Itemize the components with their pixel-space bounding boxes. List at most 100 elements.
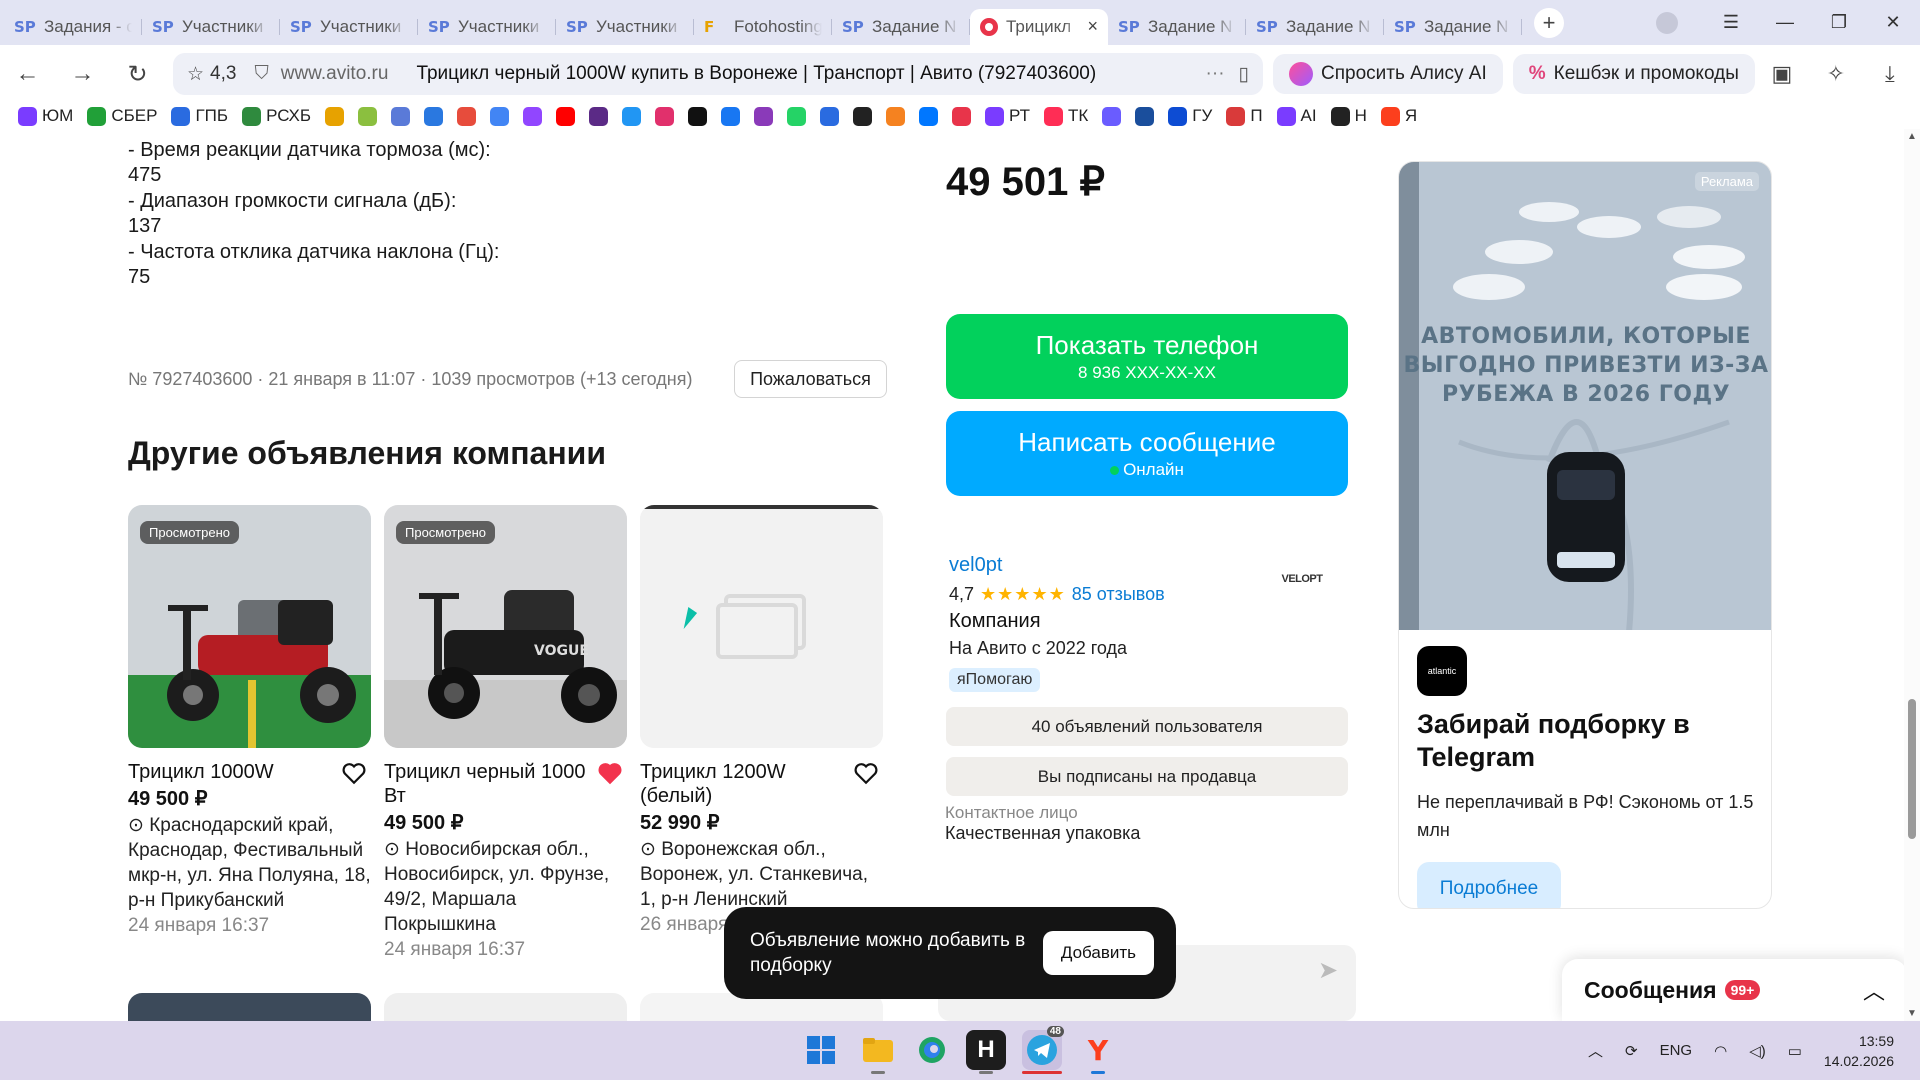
scroll-up-icon[interactable]: ▲ (1907, 131, 1917, 142)
bookmark-item[interactable]: Н (1330, 106, 1367, 126)
bookmark-item[interactable] (325, 106, 345, 126)
listing-card-next[interactable] (384, 993, 627, 1021)
bookmark-item[interactable]: ГУ (1168, 106, 1212, 126)
bookmark-item[interactable] (424, 106, 444, 126)
back-icon[interactable]: ← (0, 60, 55, 88)
card-photo[interactable]: Просмотрено (128, 505, 371, 748)
bookmark-item[interactable] (358, 106, 378, 126)
show-phone-button[interactable]: Показать телефон 8 936 XXX-XX-XX (946, 314, 1348, 399)
ad-image[interactable]: Реклама АВТОМОБИЛИ, КОТОРЫЕ ВЫГОДНО ПРИВ… (1399, 162, 1771, 630)
yandex-browser-icon[interactable]: Y (1078, 1030, 1118, 1074)
browser-tab[interactable]: SP Участники (418, 9, 556, 45)
bookmark-item[interactable] (853, 106, 873, 126)
file-explorer-icon[interactable] (858, 1030, 898, 1074)
messenger-panel[interactable]: Сообщения 99+ ︿ (1562, 959, 1907, 1021)
bookmark-item[interactable] (1102, 106, 1122, 126)
bookmark-item[interactable] (820, 106, 840, 126)
seller-ads-button[interactable]: 40 объявлений пользователя (946, 707, 1348, 746)
battery-icon[interactable]: ▭ (1788, 1042, 1802, 1060)
bookmark-item[interactable]: РСХБ (242, 106, 311, 126)
browser-tab[interactable]: SP Участники (142, 9, 280, 45)
bookmark-item[interactable] (523, 106, 543, 126)
bookmark-item[interactable] (589, 106, 609, 126)
seller-reviews-link[interactable]: 85 отзывов (1072, 584, 1165, 605)
bookmark-item[interactable]: СБЕР (87, 106, 157, 126)
subscribed-button[interactable]: Вы подписаны на продавца (946, 757, 1348, 796)
card-title[interactable]: Трицикл 1000W (128, 760, 371, 784)
bookmark-item[interactable] (1135, 106, 1155, 126)
reload-icon[interactable]: ↻ (110, 60, 165, 89)
favorite-heart-icon[interactable] (853, 761, 879, 785)
scrollbar-thumb[interactable] (1908, 699, 1916, 839)
card-photo-placeholder[interactable] (640, 505, 883, 748)
bookmark-item[interactable] (457, 106, 477, 126)
telegram-icon[interactable]: 48 (1022, 1026, 1064, 1074)
wifi-icon[interactable]: ◠ (1714, 1042, 1727, 1060)
seller-name-link[interactable]: vel0pt (949, 554, 1002, 577)
bookmark-item[interactable] (556, 106, 576, 126)
bookmark-item[interactable] (886, 106, 906, 126)
favorite-heart-icon[interactable] (341, 761, 367, 785)
new-tab-button[interactable]: + (1534, 7, 1564, 38)
minimize-icon[interactable]: — (1758, 12, 1812, 33)
browser-tab[interactable]: Трицикл × (970, 8, 1108, 45)
bookmark-item[interactable]: AI (1276, 106, 1317, 126)
close-window-icon[interactable]: ✕ (1866, 12, 1920, 33)
cashback-button[interactable]: % Кешбэк и промокоды (1512, 54, 1755, 94)
bookmark-item[interactable] (919, 106, 939, 126)
listing-card[interactable]: VOGUE Просмотрено Трицикл черный 1000 Вт… (384, 505, 627, 961)
bookmark-item[interactable] (622, 106, 642, 126)
bookmark-item[interactable] (490, 106, 510, 126)
write-message-button[interactable]: Написать сообщение Онлайн (946, 411, 1348, 496)
page-scrollbar[interactable]: ▲ ▼ (1904, 129, 1920, 1021)
favorite-heart-filled-icon[interactable] (597, 761, 623, 785)
bookmark-item[interactable] (655, 106, 675, 126)
bookmark-item[interactable]: ТК (1044, 106, 1088, 126)
edge-browser-icon[interactable] (912, 1030, 952, 1070)
bookmark-item[interactable]: П (1226, 106, 1263, 126)
listing-card[interactable]: Трицикл 1200W (белый) 52 990 ₽ ⊙ Воронеж… (640, 505, 883, 936)
forward-icon[interactable]: → (55, 60, 110, 88)
ad-title[interactable]: Забирай подборку в Telegram (1417, 708, 1757, 774)
seller-badge[interactable]: яПомогаю (949, 668, 1041, 692)
report-button[interactable]: Пожаловаться (734, 360, 887, 398)
tray-chevron-up-icon[interactable]: ︿ (1588, 1040, 1603, 1061)
browser-tab[interactable]: SP Участники (280, 9, 418, 45)
site-rating[interactable]: 4,3 (210, 63, 236, 85)
bookmark-item[interactable] (688, 106, 708, 126)
sync-icon[interactable]: ⟳ (1625, 1042, 1638, 1060)
collections-icon[interactable]: ▣ (1755, 61, 1809, 87)
bookmark-item[interactable] (787, 106, 807, 126)
tab-close-icon[interactable]: × (1087, 16, 1098, 37)
card-title[interactable]: Трицикл 1200W (белый) (640, 760, 883, 808)
send-icon[interactable]: ➤ (1318, 956, 1338, 985)
bookmark-item[interactable] (721, 106, 741, 126)
browser-tab[interactable]: SP Участники (556, 9, 694, 45)
bookmark-item[interactable]: ГПБ (171, 106, 228, 126)
downloads-icon[interactable]: ⤓ (1863, 61, 1917, 87)
ad-logo[interactable]: atlantic (1417, 646, 1467, 696)
browser-tab[interactable]: F Fotohosting (694, 9, 832, 45)
bookmark-item[interactable]: ЮМ (18, 106, 73, 126)
maximize-icon[interactable]: ❐ (1812, 12, 1866, 33)
seller-logo[interactable]: VELOPT (1272, 559, 1332, 599)
extensions-icon[interactable]: ✧ (1809, 61, 1863, 87)
card-title[interactable]: Трицикл черный 1000 Вт (384, 760, 627, 808)
shield-icon[interactable]: ⛉ (254, 63, 268, 85)
advertisement-card[interactable]: Реклама АВТОМОБИЛИ, КОТОРЫЕ ВЫГОДНО ПРИВ… (1398, 161, 1772, 909)
bookmark-item[interactable] (391, 106, 411, 126)
language-indicator[interactable]: ENG (1660, 1042, 1693, 1059)
bookmark-item[interactable]: Я (1380, 106, 1417, 126)
ask-alice-button[interactable]: Спросить Алису AI (1273, 54, 1503, 94)
browser-tab[interactable]: SP Задания - с (4, 9, 142, 45)
bookmark-icon[interactable]: ▯ (1239, 63, 1249, 86)
bookmark-item[interactable] (754, 106, 774, 126)
volume-icon[interactable]: ◁) (1749, 1042, 1766, 1060)
browser-tab[interactable]: SP Задание N (1384, 9, 1522, 45)
listing-card[interactable]: Просмотрено Трицикл 1000W 49 500 ₽ ⊙ Кра… (128, 505, 371, 937)
windows-start-icon[interactable] (801, 1030, 841, 1070)
browser-tab[interactable]: SP Задание N (1108, 9, 1246, 45)
clock[interactable]: 13:59 14.02.2026 (1824, 1031, 1894, 1071)
more-icon[interactable]: ··· (1206, 63, 1225, 85)
browser-tab[interactable]: SP Задание N (1246, 9, 1384, 45)
